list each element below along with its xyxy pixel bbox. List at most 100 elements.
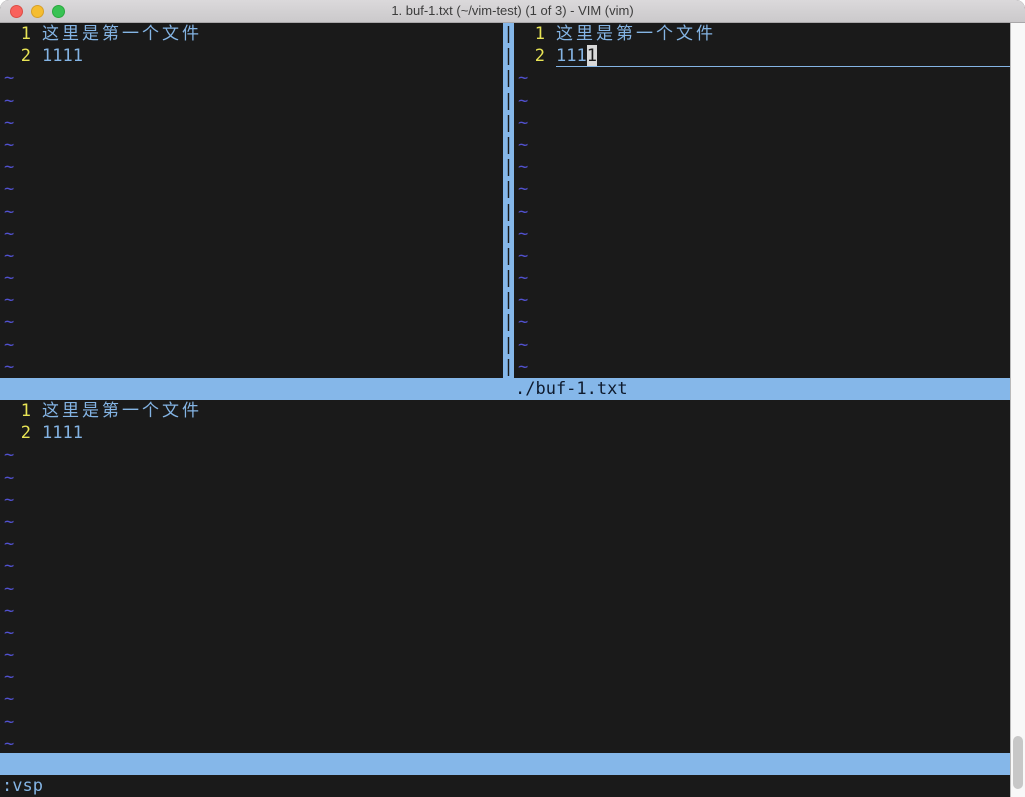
buffer-line: 1 这里是第一个文件: [0, 23, 503, 45]
empty-line: ~: [0, 444, 1010, 466]
separator-row: |: [503, 311, 514, 333]
buffer-text: 1111: [42, 422, 83, 444]
tilde-marker: ~: [0, 267, 14, 289]
line-number: 2: [0, 45, 31, 67]
command-line[interactable]: :vsp: [0, 775, 1010, 797]
line-number: 1: [514, 23, 545, 45]
separator-row: |: [503, 23, 514, 45]
empty-line: ~: [0, 356, 503, 378]
tilde-marker: ~: [0, 444, 14, 466]
titlebar: 1. buf-1.txt (~/vim-test) (1 of 3) - VIM…: [0, 0, 1025, 23]
window-title: 1. buf-1.txt (~/vim-test) (1 of 3) - VIM…: [0, 0, 1025, 22]
buffer-text: 这里是第一个文件: [42, 23, 202, 45]
traffic-lights: [10, 5, 65, 18]
empty-line: ~: [514, 178, 1010, 200]
buffer-text: 1111: [42, 45, 83, 67]
top-split: 1这里是第一个文件21111~~~~~~~~~~~~~~ |||||||||||…: [0, 23, 1010, 378]
cursorline-underline: [597, 45, 1010, 67]
tilde-marker: ~: [0, 644, 14, 666]
tilde-marker: ~: [0, 67, 14, 89]
empty-line: ~: [0, 733, 1010, 753]
tilde-marker: ~: [0, 201, 14, 223]
tilde-marker: ~: [514, 178, 528, 200]
tilde-marker: ~: [514, 67, 528, 89]
vim-window-top-right[interactable]: 1这里是第一个文件21111~~~~~~~~~~~~~~: [514, 23, 1010, 378]
tilde-marker: ~: [514, 134, 528, 156]
tilde-marker: ~: [0, 711, 14, 733]
tilde-marker: ~: [514, 156, 528, 178]
empty-line: ~: [514, 289, 1010, 311]
vim-window-bottom[interactable]: 1这里是第一个文件21111~~~~~~~~~~~~~~: [0, 400, 1010, 753]
tilde-marker: ~: [0, 178, 14, 200]
tilde-marker: ~: [0, 134, 14, 156]
separator-row: |: [503, 356, 514, 378]
empty-line: ~: [0, 112, 503, 134]
tilde-marker: ~: [0, 112, 14, 134]
gutter-gap: [545, 23, 556, 45]
tilde-marker: ~: [0, 245, 14, 267]
separator-row: |: [503, 289, 514, 311]
empty-line: ~: [0, 511, 1010, 533]
empty-line: ~: [0, 644, 1010, 666]
tilde-marker: ~: [0, 733, 14, 753]
empty-line: ~: [0, 311, 503, 333]
tilde-marker: ~: [0, 555, 14, 577]
tilde-marker: ~: [514, 289, 528, 311]
empty-line: ~: [0, 178, 503, 200]
empty-line: ~: [0, 201, 503, 223]
buffer-text: 这里是第一个文件: [42, 400, 202, 422]
empty-line: ~: [0, 533, 1010, 555]
vim-terminal: 1这里是第一个文件21111~~~~~~~~~~~~~~ |||||||||||…: [0, 23, 1010, 797]
tilde-marker: ~: [514, 112, 528, 134]
close-button[interactable]: [10, 5, 23, 18]
minimize-button[interactable]: [31, 5, 44, 18]
separator-row: |: [503, 156, 514, 178]
buffer-line: 1 这里是第一个文件: [0, 400, 1010, 422]
buffer-line: 2 1111: [0, 422, 1010, 444]
separator-row: |: [503, 134, 514, 156]
gutter-gap: [31, 45, 42, 67]
empty-line: ~: [514, 245, 1010, 267]
separator-row: |: [503, 223, 514, 245]
empty-line: ~: [514, 112, 1010, 134]
empty-line: ~: [0, 688, 1010, 710]
line-number: 1: [0, 23, 31, 45]
tilde-marker: ~: [0, 688, 14, 710]
scrollbar-thumb[interactable]: [1013, 736, 1023, 789]
empty-line: ~: [0, 666, 1010, 688]
vertical-split-separator[interactable]: ||||||||||||||||: [503, 23, 514, 378]
empty-line: ~: [0, 555, 1010, 577]
tilde-marker: ~: [0, 356, 14, 378]
tilde-marker: ~: [0, 622, 14, 644]
tilde-marker: ~: [0, 467, 14, 489]
separator-row: |: [503, 67, 514, 89]
tilde-marker: ~: [514, 245, 528, 267]
empty-line: ~: [514, 134, 1010, 156]
separator-row: |: [503, 334, 514, 356]
tilde-marker: ~: [0, 600, 14, 622]
zoom-button[interactable]: [52, 5, 65, 18]
vim-app-window: 1. buf-1.txt (~/vim-test) (1 of 3) - VIM…: [0, 0, 1025, 797]
line-number: 2: [514, 45, 545, 67]
line-number: 1: [0, 400, 31, 422]
vim-window-top-left[interactable]: 1这里是第一个文件21111~~~~~~~~~~~~~~: [0, 23, 503, 378]
empty-line: ~: [0, 622, 1010, 644]
separator-row: |: [503, 201, 514, 223]
buffer-line: 1这里是第一个文件: [514, 23, 1010, 45]
tilde-marker: ~: [0, 223, 14, 245]
tilde-marker: ~: [514, 356, 528, 378]
empty-line: ~: [0, 334, 503, 356]
line-number: 2: [0, 422, 31, 444]
empty-line: ~: [0, 223, 503, 245]
buffer-line: 2 1111: [0, 45, 503, 67]
gutter-gap: [31, 23, 42, 45]
empty-line: ~: [0, 600, 1010, 622]
tilde-marker: ~: [0, 489, 14, 511]
scrollbar[interactable]: [1010, 23, 1025, 797]
empty-line: ~: [514, 311, 1010, 333]
tilde-marker: ~: [0, 533, 14, 555]
separator-row: |: [503, 267, 514, 289]
tilde-marker: ~: [0, 578, 14, 600]
statusline-top-right-filename: ./buf-1.txt: [515, 378, 628, 400]
empty-line: ~: [514, 356, 1010, 378]
